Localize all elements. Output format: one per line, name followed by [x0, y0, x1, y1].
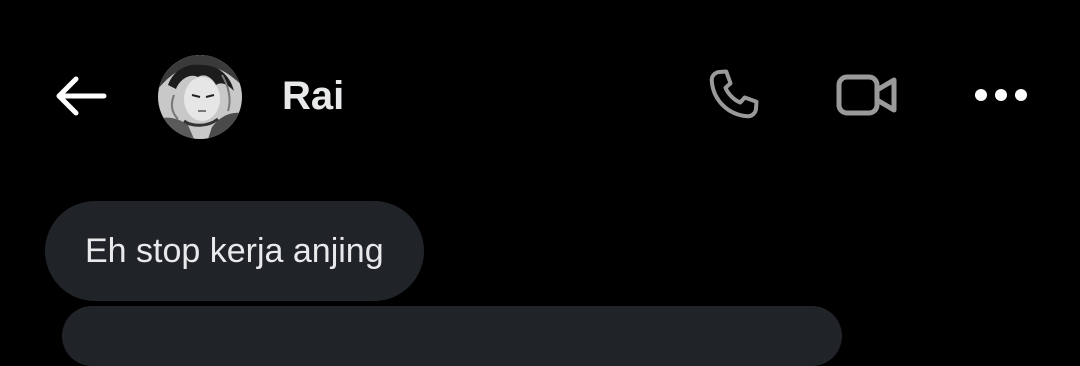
phone-icon	[709, 69, 759, 119]
message-bubble-incoming[interactable]: Eh stop kerja anjing	[45, 201, 424, 301]
conversation-header: Rai	[0, 0, 1080, 190]
video-camera-icon	[836, 74, 897, 116]
contact-name[interactable]: Rai	[282, 72, 344, 120]
arrow-left-icon	[56, 76, 107, 116]
message-bubble-partial	[62, 306, 842, 366]
message-text: Eh stop kerja anjing	[85, 232, 384, 270]
voice-call-button[interactable]	[698, 62, 768, 128]
back-button[interactable]	[48, 66, 112, 126]
avatar-image	[158, 55, 242, 139]
avatar[interactable]	[158, 55, 242, 139]
more-options-button[interactable]	[966, 62, 1036, 128]
more-horizontal-icon	[975, 89, 1027, 101]
video-call-button[interactable]	[832, 62, 902, 128]
